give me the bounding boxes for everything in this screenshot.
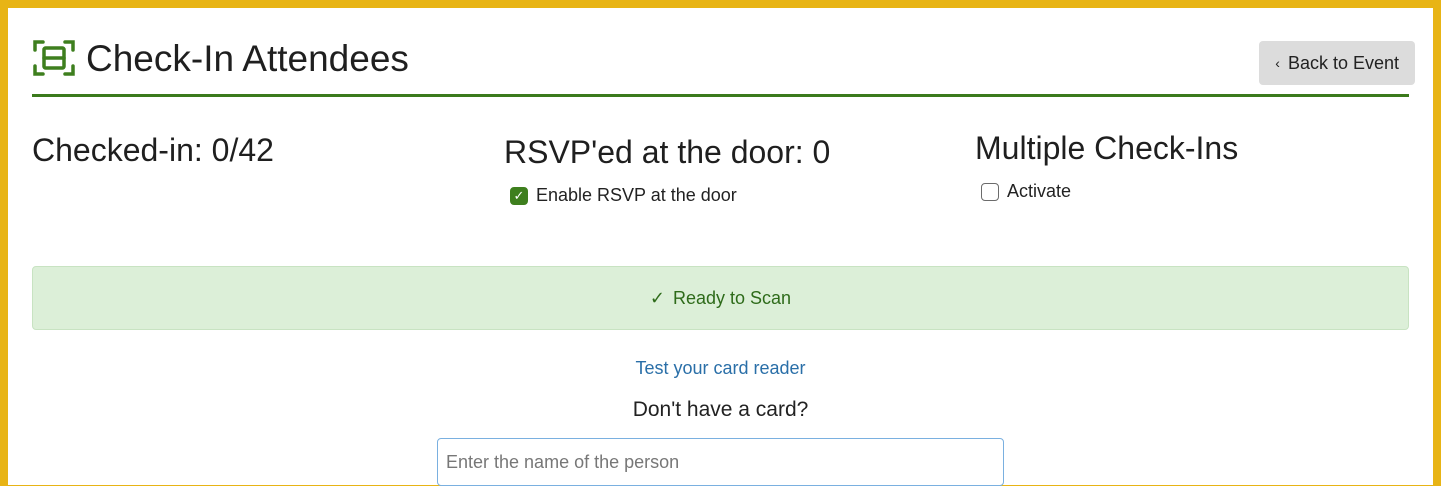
check-icon: ✓ xyxy=(649,287,665,308)
checked-in-count: Checked-in: 0/42 xyxy=(32,132,274,168)
activate-checkbox[interactable] xyxy=(981,182,999,201)
back-to-event-label: Back to Event xyxy=(1287,52,1399,73)
activate-option[interactable]: Activate xyxy=(981,181,1071,202)
person-name-input[interactable] xyxy=(437,438,1004,486)
enable-rsvp-option[interactable]: ✓ Enable RSVP at the door xyxy=(510,185,737,206)
status-text: Ready to Scan xyxy=(673,287,792,308)
enable-rsvp-checkbox[interactable]: ✓ xyxy=(510,186,528,205)
page-header: Check-In Attendees ‹ Back to Event xyxy=(32,30,1415,96)
rsvp-at-door-count: RSVP'ed at the door: 0 xyxy=(504,134,831,170)
header-divider xyxy=(32,94,1409,97)
status-alert: ✓ Ready to Scan xyxy=(32,266,1409,330)
chevron-left-icon: ‹ xyxy=(1275,55,1280,71)
test-card-reader-link[interactable]: Test your card reader xyxy=(8,358,1433,379)
page-frame: Check-In Attendees ‹ Back to Event Check… xyxy=(8,8,1433,486)
no-card-prompt: Don't have a card? xyxy=(632,398,809,421)
activate-label: Activate xyxy=(1007,181,1072,201)
multiple-checkins-heading: Multiple Check-Ins xyxy=(975,130,1239,166)
enable-rsvp-label: Enable RSVP at the door xyxy=(536,185,737,205)
scanner-icon xyxy=(33,40,75,76)
page-title: Check-In Attendees xyxy=(86,38,409,79)
back-to-event-button[interactable]: ‹ Back to Event xyxy=(1259,41,1415,85)
